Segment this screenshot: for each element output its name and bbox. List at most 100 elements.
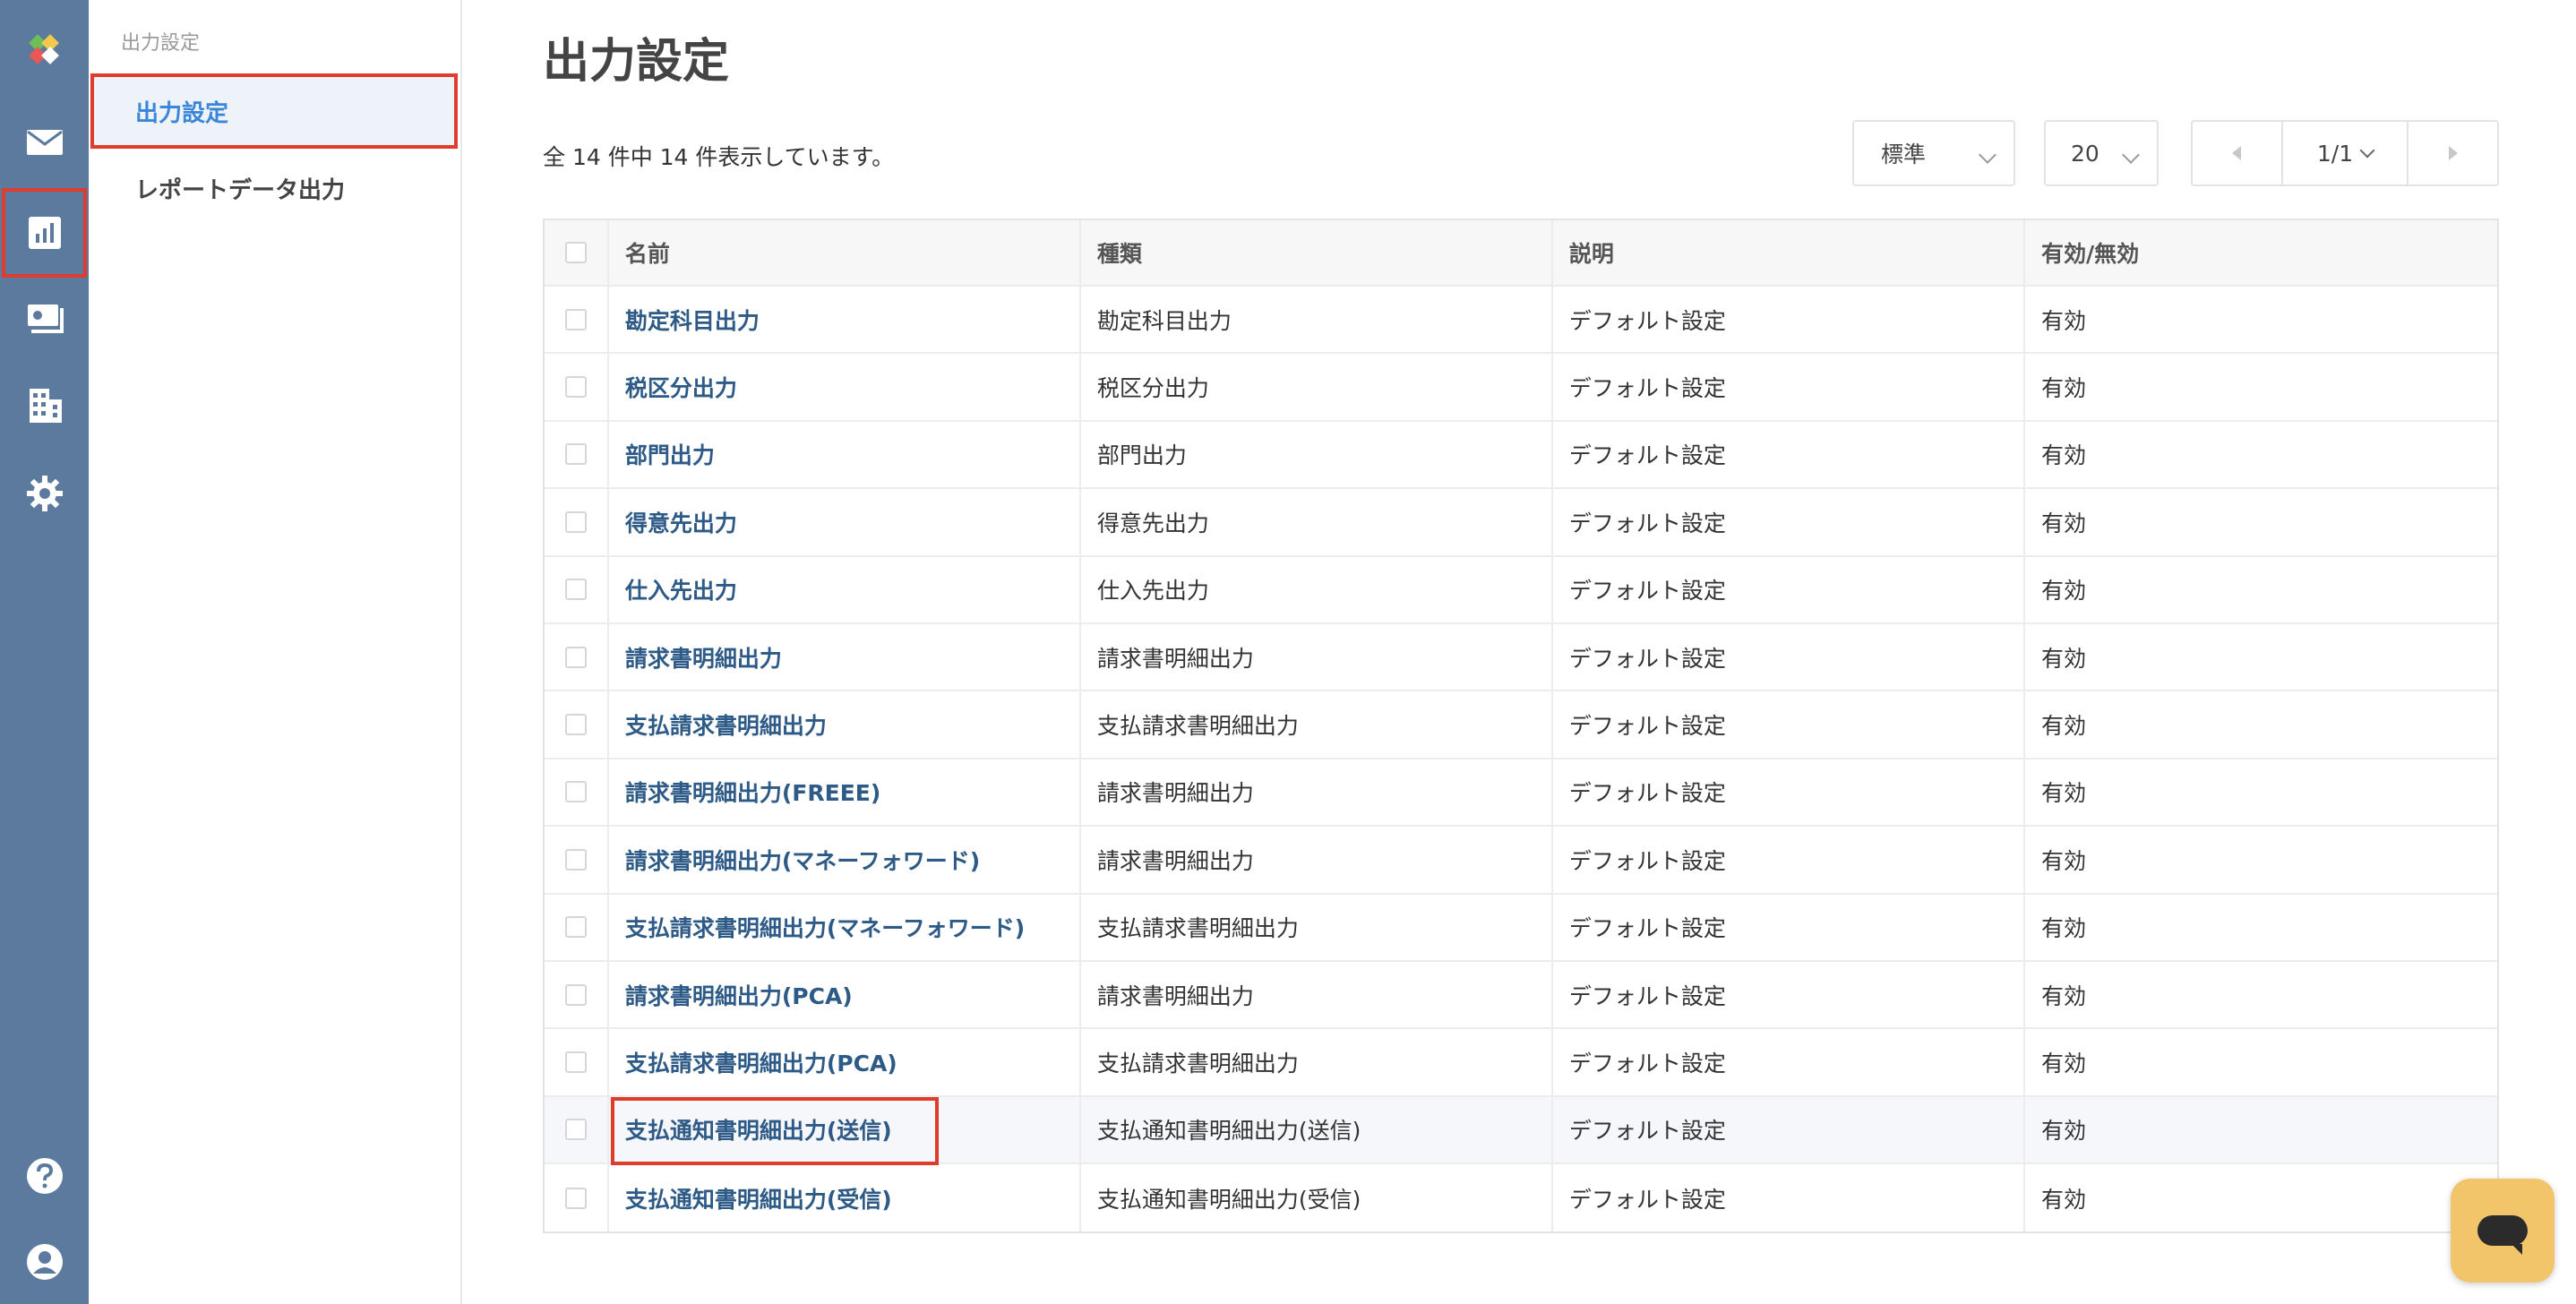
header-cell-name[interactable]: 名前	[609, 220, 1081, 285]
cell-type: 支払請求書明細出力	[1081, 1029, 1553, 1095]
cell-description: デフォルト設定	[1553, 1096, 2025, 1163]
row-name-link[interactable]: 支払請求書明細出力(PCA)	[625, 1046, 897, 1078]
row-checkbox[interactable]	[564, 646, 587, 668]
row-name-link[interactable]: 支払通知書明細出力(受信)	[625, 1182, 892, 1214]
page-select-value: 1/1	[2316, 140, 2354, 167]
prev-page-button[interactable]	[2193, 122, 2281, 184]
header-cell-description[interactable]: 説明	[1553, 220, 2025, 285]
header-cell-type[interactable]: 種類	[1081, 220, 1553, 285]
row-name-link[interactable]: 税区分出力	[625, 371, 737, 403]
help-icon[interactable]	[0, 1132, 89, 1220]
cell-type: 支払通知書明細出力(送信)	[1081, 1096, 1553, 1163]
table-row[interactable]: 請求書明細出力(PCA) 請求書明細出力 デフォルト設定 有効	[545, 961, 2497, 1030]
row-name-link[interactable]: 仕入先出力	[625, 573, 737, 605]
cell-status: 有効	[2040, 307, 2086, 334]
cell-status: 有効	[2040, 578, 2086, 605]
row-checkbox[interactable]	[564, 376, 587, 399]
row-name-link[interactable]: 部門出力	[625, 438, 715, 470]
cell-description: デフォルト設定	[1553, 1164, 2025, 1232]
row-checkbox[interactable]	[564, 1187, 587, 1209]
cell-description: デフォルト設定	[1553, 1029, 2025, 1095]
building-icon[interactable]	[0, 362, 89, 450]
table-row[interactable]: 支払請求書明細出力(PCA) 支払請求書明細出力 デフォルト設定 有効	[545, 1029, 2497, 1097]
page-select[interactable]: 1/1	[2280, 122, 2409, 184]
gear-icon[interactable]	[0, 450, 89, 537]
chat-button[interactable]	[2451, 1179, 2555, 1283]
row-name-link[interactable]: 請求書明細出力(マネーフォワード)	[625, 844, 980, 876]
row-select-cell	[545, 354, 609, 420]
row-checkbox[interactable]	[564, 1051, 587, 1073]
cell-status: 有効	[2040, 847, 2086, 874]
row-select-cell	[545, 1096, 609, 1163]
row-name-link[interactable]: 得意先出力	[625, 506, 737, 538]
row-checkbox[interactable]	[564, 308, 587, 330]
cell-name: 請求書明細出力	[609, 623, 1081, 691]
row-name-link[interactable]: 勘定科目出力	[625, 304, 760, 336]
row-checkbox[interactable]	[564, 510, 587, 533]
row-checkbox[interactable]	[564, 1119, 587, 1141]
chart-icon[interactable]	[2, 188, 87, 278]
table-row[interactable]: 請求書明細出力 請求書明細出力 デフォルト設定 有効	[545, 623, 2497, 692]
user-icon[interactable]	[0, 1218, 89, 1304]
row-checkbox[interactable]	[564, 579, 587, 601]
row-select-cell	[545, 827, 609, 893]
cell-status: 有効	[2040, 915, 2086, 942]
row-name-link[interactable]: 請求書明細出力	[625, 641, 782, 673]
row-select-cell	[545, 287, 609, 353]
chevron-down-icon	[2359, 142, 2375, 159]
table-row[interactable]: 請求書明細出力(FREEE) 請求書明細出力 デフォルト設定 有効	[545, 759, 2497, 828]
row-checkbox[interactable]	[564, 781, 587, 803]
caret-left-icon	[2232, 146, 2242, 160]
view-select-value: 標準	[1881, 142, 1927, 167]
cell-name: 支払通知書明細出力(受信)	[609, 1164, 1081, 1232]
table-row[interactable]: 勘定科目出力 勘定科目出力 デフォルト設定 有効	[545, 287, 2497, 355]
cell-name: 支払通知書明細出力(送信)	[609, 1096, 1081, 1165]
row-checkbox[interactable]	[564, 714, 587, 736]
cell-type: 支払通知書明細出力(受信)	[1081, 1164, 1553, 1232]
document-icon[interactable]	[0, 274, 89, 362]
row-checkbox[interactable]	[564, 443, 587, 466]
subnav-item-output-settings[interactable]: 出力設定	[90, 73, 458, 149]
cell-type: 請求書明細出力	[1081, 623, 1553, 691]
table-row[interactable]: 支払請求書明細出力(マネーフォワード) 支払請求書明細出力 デフォルト設定 有効	[545, 894, 2497, 962]
subnav-item-report-data-output[interactable]: レポートデータ出力	[90, 150, 458, 226]
row-name-link[interactable]: 請求書明細出力(FREEE)	[625, 776, 880, 808]
cell-description: デフォルト設定	[1553, 623, 2025, 691]
next-page-button[interactable]	[2409, 122, 2497, 184]
row-checkbox[interactable]	[564, 916, 587, 939]
row-checkbox[interactable]	[564, 983, 587, 1006]
table-row[interactable]: 仕入先出力 仕入先出力 デフォルト設定 有効	[545, 556, 2497, 624]
header-cell-status[interactable]: 有効/無効	[2025, 220, 2497, 285]
row-name-link[interactable]: 支払請求書明細出力(マネーフォワード)	[625, 911, 1025, 943]
cell-type: 税区分出力	[1081, 354, 1553, 420]
row-name-link[interactable]: 請求書明細出力(PCA)	[625, 979, 853, 1011]
cell-description: デフォルト設定	[1553, 556, 2025, 622]
per-page-select[interactable]: 20	[2044, 120, 2159, 186]
row-select-cell	[545, 556, 609, 622]
select-all-checkbox[interactable]	[564, 242, 587, 263]
cell-description: デフォルト設定	[1553, 894, 2025, 960]
table-row[interactable]: 税区分出力 税区分出力 デフォルト設定 有効	[545, 354, 2497, 422]
row-name-link[interactable]: 支払請求書明細出力	[625, 708, 827, 741]
caret-right-icon	[2448, 146, 2458, 160]
table-row[interactable]: 支払通知書明細出力(送信) 支払通知書明細出力(送信) デフォルト設定 有効	[545, 1096, 2497, 1165]
table-row[interactable]: 部門出力 部門出力 デフォルト設定 有効	[545, 421, 2497, 490]
cell-name: 勘定科目出力	[609, 287, 1081, 353]
table-row[interactable]: 得意先出力 得意先出力 デフォルト設定 有効	[545, 489, 2497, 557]
row-checkbox[interactable]	[564, 848, 587, 871]
table-row[interactable]: 支払請求書明細出力 支払請求書明細出力 デフォルト設定 有効	[545, 691, 2497, 759]
cell-type: 請求書明細出力	[1081, 961, 1553, 1028]
cell-type: 請求書明細出力	[1081, 759, 1553, 826]
table-row[interactable]: 支払通知書明細出力(受信) 支払通知書明細出力(受信) デフォルト設定 有効	[545, 1164, 2497, 1232]
icon-rail	[0, 0, 89, 1304]
view-select[interactable]: 標準	[1852, 120, 2015, 186]
row-select-cell	[545, 961, 609, 1028]
cell-description: デフォルト設定	[1553, 961, 2025, 1028]
cell-status: 有効	[2040, 1186, 2086, 1213]
table-row[interactable]: 請求書明細出力(マネーフォワード) 請求書明細出力 デフォルト設定 有効	[545, 827, 2497, 895]
app-logo-icon[interactable]	[0, 7, 89, 93]
cell-status: 有効	[2040, 442, 2086, 469]
chevron-down-icon	[1979, 146, 1996, 164]
cell-name: 得意先出力	[609, 489, 1081, 555]
mail-icon[interactable]	[0, 99, 89, 186]
